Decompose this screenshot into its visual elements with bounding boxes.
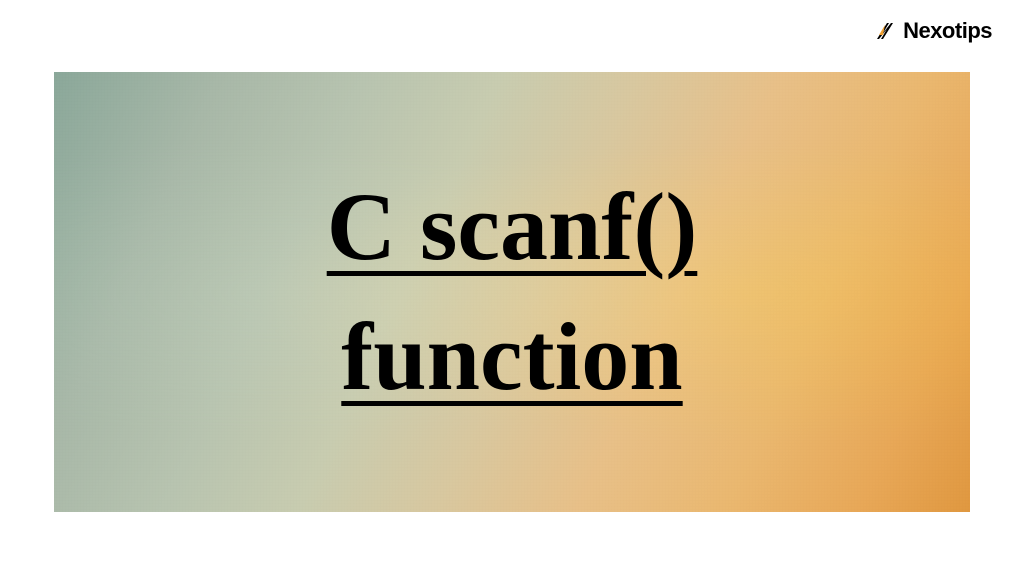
banner: C scanf() function (54, 72, 970, 512)
title-line-2: function (327, 292, 698, 422)
logo-container: Nexotips (873, 18, 992, 44)
title-line-1: C scanf() (327, 162, 698, 292)
title-wrapper: C scanf() function (327, 162, 698, 421)
logo-text: Nexotips (903, 18, 992, 44)
nexotips-logo-icon (873, 19, 897, 43)
